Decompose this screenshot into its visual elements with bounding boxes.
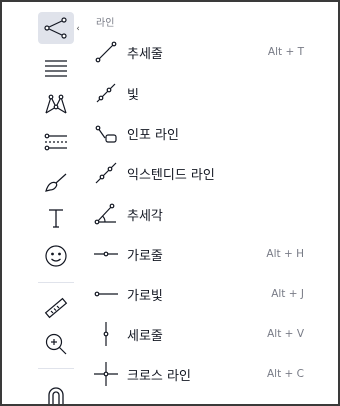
left-toolbar: ‹ xyxy=(2,2,82,404)
menu-item-label: 익스텐디드 라인 xyxy=(127,167,215,183)
fibonacci-icon[interactable] xyxy=(38,52,74,84)
menu-item-trend-line[interactable]: 추세줄 Alt + T xyxy=(82,32,322,72)
drawing-tools-panel: ‹ 라인 추세줄 Alt + T 빛 인포 라인 익스텐디드 라인 추세각 가로… xyxy=(0,0,340,406)
collapse-arrow-icon[interactable]: ‹ xyxy=(74,22,82,36)
line-tools-icon[interactable] xyxy=(38,12,74,44)
menu-item-label: 가로줄 xyxy=(127,248,163,264)
emoji-icon[interactable] xyxy=(38,240,74,272)
menu-item-label: 크로스 라인 xyxy=(127,368,191,384)
cross-line-icon xyxy=(92,360,120,388)
menu-header: 라인 xyxy=(96,18,115,29)
extended-line-icon xyxy=(92,159,120,187)
magnet-icon[interactable] xyxy=(38,380,74,404)
menu-item-label: 추세각 xyxy=(127,208,163,224)
menu-item-shortcut: Alt + J xyxy=(271,288,304,300)
menu-item-vertical-line[interactable]: 세로줄 Alt + V xyxy=(82,314,322,354)
menu-item-cross-line[interactable]: 크로스 라인 Alt + C xyxy=(82,354,322,394)
menu-item-ray[interactable]: 빛 xyxy=(82,73,322,113)
menu-item-shortcut: Alt + V xyxy=(267,328,304,340)
ray-icon xyxy=(92,79,120,107)
menu-item-label: 추세줄 xyxy=(127,46,163,62)
vertical-line-icon xyxy=(92,320,120,348)
forecasting-icon[interactable] xyxy=(38,126,74,158)
trend-line-icon xyxy=(92,38,120,66)
trend-angle-icon xyxy=(92,200,120,228)
menu-item-horizontal-ray[interactable]: 가로빛 Alt + J xyxy=(82,274,322,314)
menu-item-shortcut: Alt + H xyxy=(266,248,304,260)
menu-item-info-line[interactable]: 인포 라인 xyxy=(82,113,322,153)
toolbar-divider xyxy=(38,368,74,369)
menu-item-label: 인포 라인 xyxy=(127,127,179,143)
menu-item-horizontal-line[interactable]: 가로줄 Alt + H xyxy=(82,234,322,274)
text-icon[interactable] xyxy=(38,202,74,234)
brush-icon[interactable] xyxy=(38,166,74,198)
menu-item-shortcut: Alt + T xyxy=(267,46,304,58)
menu-item-trend-angle[interactable]: 추세각 xyxy=(82,194,322,234)
menu-item-extended-line[interactable]: 익스텐디드 라인 xyxy=(82,153,322,193)
horizontal-ray-icon xyxy=(92,280,120,308)
info-line-icon xyxy=(92,119,120,147)
horizontal-line-icon xyxy=(92,240,120,268)
menu-item-label: 가로빛 xyxy=(127,288,163,304)
ruler-icon[interactable] xyxy=(38,292,74,324)
menu-item-shortcut: Alt + C xyxy=(266,368,304,380)
patterns-icon[interactable] xyxy=(38,88,74,120)
menu-item-label: 세로줄 xyxy=(127,328,163,344)
zoom-in-icon[interactable] xyxy=(38,328,74,360)
menu-item-label: 빛 xyxy=(127,87,139,103)
line-tools-menu: 라인 추세줄 Alt + T 빛 인포 라인 익스텐디드 라인 추세각 가로줄 … xyxy=(82,2,338,404)
toolbar-divider xyxy=(38,282,74,283)
